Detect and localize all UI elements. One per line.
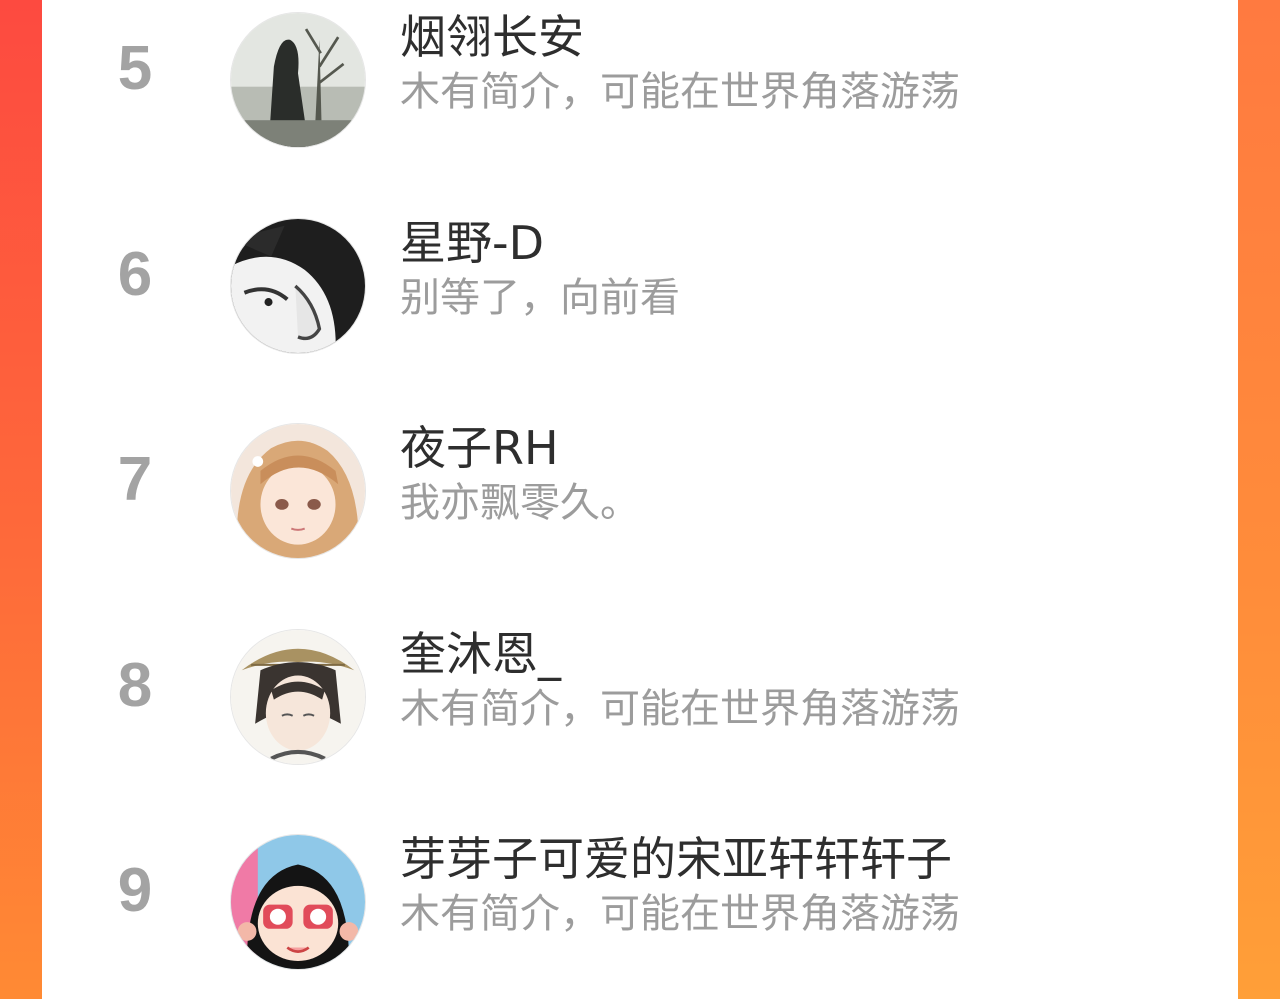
ranking-row[interactable]: 8 奎沐恩_ 木有简介，可能在世界角落游荡 [42, 617, 1238, 765]
avatar[interactable] [230, 12, 366, 148]
user-name[interactable]: 星野-D [400, 216, 544, 271]
user-name[interactable]: 烟翎长安 [400, 10, 584, 65]
background-edge-right [1238, 0, 1280, 999]
user-name[interactable]: 芽芽子可爱的宋亚轩轩轩子 [400, 832, 952, 887]
ranking-row[interactable]: 9 芽芽子可爱的宋亚轩轩轩子 木有简介，可能在世界角落游荡 [42, 822, 1238, 970]
avatar-image-cartoon-glasses [231, 835, 365, 969]
rank-number: 9 [117, 856, 153, 925]
ranking-row[interactable]: 7 夜子RH 我亦飘零久。 [42, 411, 1238, 559]
avatar[interactable] [230, 834, 366, 970]
user-name[interactable]: 奎沐恩_ [400, 627, 561, 682]
avatar-image-dark-figure [231, 13, 365, 147]
user-bio: 木有简介，可能在世界角落游荡 [400, 69, 960, 115]
avatar-image-manga-face [231, 219, 365, 353]
rank-number: 7 [117, 445, 153, 514]
avatar-image-straw-hat-boy [231, 630, 365, 764]
rank-number: 5 [117, 34, 153, 103]
rank-number: 6 [117, 240, 153, 309]
avatar[interactable] [230, 218, 366, 354]
avatar[interactable] [230, 629, 366, 765]
user-bio: 木有简介，可能在世界角落游荡 [400, 686, 960, 732]
ranking-row[interactable]: 6 星野-D 别等了，向前看 [42, 206, 1238, 354]
avatar-image-anime-girl [231, 424, 365, 558]
user-bio: 别等了，向前看 [400, 275, 680, 321]
avatar[interactable] [230, 423, 366, 559]
user-bio: 我亦飘零久。 [400, 480, 640, 526]
user-bio: 木有简介，可能在世界角落游荡 [400, 891, 960, 937]
rank-number: 8 [117, 651, 153, 720]
ranking-row[interactable]: 5 烟翎长安 木有简介，可能在世界角落游荡 [42, 0, 1238, 148]
ranking-card: 5 烟翎长安 木有简介，可能在世界角落游荡 6 星野-D 别等了，向前看 7 夜… [42, 0, 1238, 999]
user-name[interactable]: 夜子RH [400, 421, 559, 476]
